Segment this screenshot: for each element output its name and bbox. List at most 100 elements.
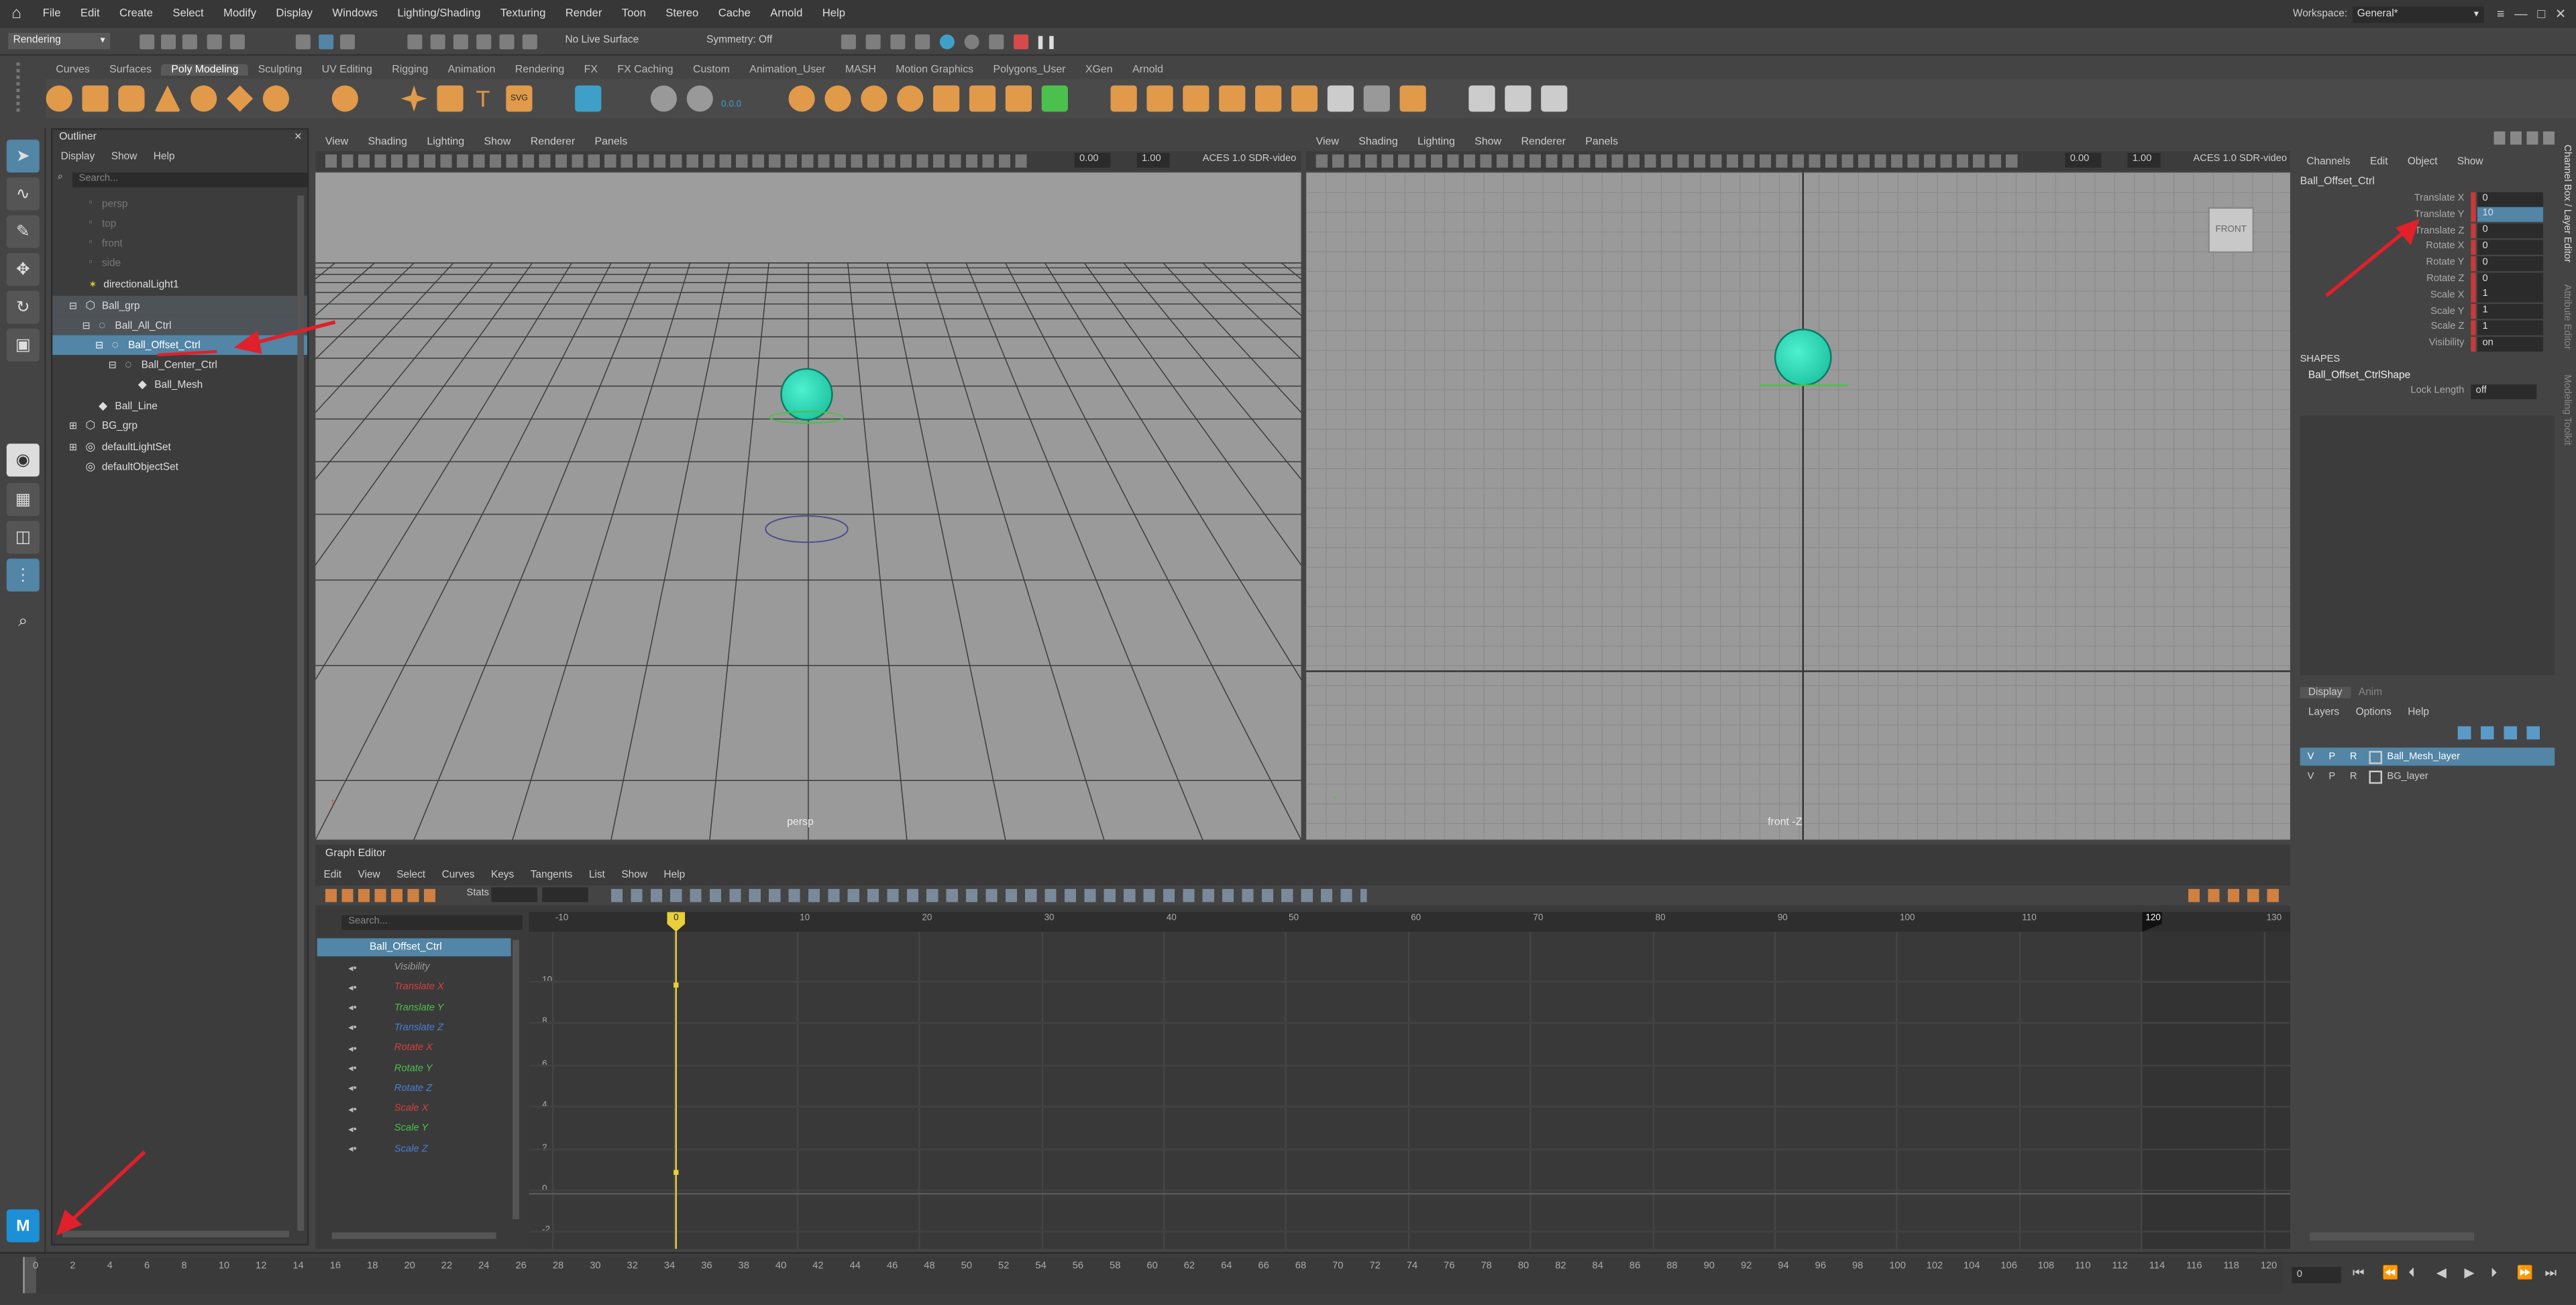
cb-attr-row[interactable]: Translate Z 0 <box>2300 223 2546 239</box>
ge-menu-edit[interactable]: Edit <box>315 870 350 881</box>
vp-menu-panels[interactable]: Panels <box>585 136 637 147</box>
cb-tab-object[interactable]: Object <box>2398 156 2447 168</box>
layer-visibility-toggle[interactable]: V <box>2300 772 2322 782</box>
ball-mesh[interactable] <box>1774 328 1832 386</box>
menuset-dropdown[interactable]: Rendering ▼ <box>8 32 111 50</box>
ge-graph-area[interactable]: -100102030405060708090100110120130108642… <box>529 912 2290 1249</box>
step-back-frame-icon[interactable]: ⏴ <box>2408 1265 2415 1282</box>
ge-channel-row[interactable]: ◂• Translate Z <box>315 1019 513 1038</box>
viewport-tool-icons[interactable] <box>1316 154 2023 168</box>
menu-help[interactable]: Help <box>812 8 855 19</box>
maya-home-icon[interactable]: ⌂ <box>3 1 30 27</box>
snap-curve-icon[interactable] <box>430 34 445 50</box>
view-cube-front[interactable]: FRONT <box>2208 207 2255 254</box>
vp-menu-view[interactable]: View <box>315 136 358 147</box>
retopo-icon[interactable] <box>1327 85 1354 112</box>
hypershade-icon[interactable] <box>939 34 955 50</box>
gamma-field[interactable]: 1.00 <box>2127 152 2161 168</box>
cb-lock-length-row[interactable]: Lock Length off <box>2300 383 2546 399</box>
bool-intersect-icon[interactable] <box>1183 85 1210 112</box>
super-shape-icon[interactable] <box>331 85 358 112</box>
layer-menu-layers[interactable]: Layers <box>2300 707 2348 718</box>
layer-tab-anim[interactable]: Anim <box>2351 687 2391 698</box>
uv-unfold-icon[interactable] <box>1363 85 1390 112</box>
layer-playback-toggle[interactable]: P <box>2321 751 2343 762</box>
cb-side-tab[interactable]: Attribute Editor <box>2555 284 2571 350</box>
outliner-row-persp[interactable]: ▫ persp <box>52 194 307 213</box>
bool-union-icon[interactable] <box>1110 85 1137 112</box>
shelf-tab-motion-graphics[interactable]: Motion Graphics <box>886 64 983 76</box>
menu-stereo[interactable]: Stereo <box>656 8 708 19</box>
snap-grid-icon[interactable] <box>407 34 423 50</box>
ge-tangent-icons[interactable] <box>611 888 1367 902</box>
render-view-icon[interactable] <box>964 34 979 50</box>
ge-menu-curves[interactable]: Curves <box>433 870 482 881</box>
save-scene-icon[interactable] <box>182 34 197 50</box>
svg-tool-icon[interactable]: SVG <box>506 85 533 112</box>
poly-cone-icon[interactable] <box>154 85 181 112</box>
cb-attr-value[interactable]: 0 <box>2477 256 2544 271</box>
ipr-render-icon[interactable] <box>890 34 906 50</box>
layer-row-bg[interactable]: V P R BG_layer <box>2300 768 2555 786</box>
step-back-key-icon[interactable]: ⏪ <box>2382 1265 2398 1280</box>
shelf-tab-mash[interactable]: MASH <box>835 64 885 76</box>
outliner-layout-icon[interactable]: ⋮ <box>6 558 40 592</box>
poly-cube-icon[interactable] <box>82 85 109 112</box>
vp-menu-lighting[interactable]: Lighting <box>1407 136 1464 147</box>
menu-create[interactable]: Create <box>109 8 162 19</box>
shelf-tab-uv-editing[interactable]: UV Editing <box>312 64 382 76</box>
lasso-tool-icon[interactable]: ∿ <box>6 177 40 211</box>
menu-select[interactable]: Select <box>163 8 214 19</box>
four-layout-icon[interactable]: ▦ <box>6 483 40 516</box>
undo-icon[interactable] <box>207 34 222 50</box>
pause-icon[interactable]: ❚❚ <box>1035 34 1057 49</box>
render-sequence-icon[interactable] <box>865 34 881 50</box>
shelf-tab-rigging[interactable]: Rigging <box>382 64 438 76</box>
expand-icon[interactable]: ⊞ <box>69 420 85 431</box>
shelf-tab-xgen[interactable]: XGen <box>1075 64 1122 76</box>
type-tool-icon[interactable]: T <box>470 85 496 111</box>
outliner-row-side[interactable]: ▫ side <box>52 253 307 272</box>
menu-cache[interactable]: Cache <box>708 8 761 19</box>
layer-playback-toggle[interactable]: P <box>2321 772 2343 782</box>
select-component-icon[interactable] <box>339 34 355 50</box>
symmetry-dropdown[interactable]: Symmetry: Off <box>706 34 772 46</box>
mesh-display-icon[interactable] <box>575 85 602 112</box>
maximize-icon[interactable]: □ <box>2537 7 2545 21</box>
relax-brush-icon[interactable] <box>1541 85 1568 112</box>
ge-channel-row[interactable]: ◂• Scale Z <box>315 1140 513 1159</box>
cb-side-tab[interactable]: Modeling Toolkit <box>2555 374 2571 445</box>
layer-visibility-toggle[interactable]: V <box>2300 751 2322 762</box>
menu-display[interactable]: Display <box>266 8 323 19</box>
ge-list-scrollbar[interactable] <box>513 939 519 1220</box>
rotate-tool-icon[interactable]: ↻ <box>6 291 40 324</box>
poly-disc-icon[interactable] <box>262 85 290 112</box>
select-object-icon[interactable] <box>319 34 334 50</box>
vp-menu-shading[interactable]: Shading <box>1349 136 1408 147</box>
vp-menu-panels[interactable]: Panels <box>1576 136 1628 147</box>
shelf-tab-rendering[interactable]: Rendering <box>505 64 574 76</box>
play-forward-icon[interactable]: ▶ <box>2464 1265 2474 1280</box>
remesh-icon[interactable] <box>1291 85 1318 112</box>
go-to-start-icon[interactable]: ⏮ <box>2353 1265 2365 1282</box>
outliner-search-field[interactable]: Search... <box>72 172 309 188</box>
cb-attr-row[interactable]: Rotate Y 0 <box>2300 255 2546 271</box>
outliner-row-ball-line[interactable]: ◆ Ball_Line <box>52 396 307 415</box>
cb-attr-row[interactable]: Rotate Z 0 <box>2300 271 2546 287</box>
reduce-icon[interactable] <box>1255 85 1282 112</box>
outliner-row-bg-grp[interactable]: ⊞ ⬡ BG_grp <box>52 416 307 435</box>
redo-icon[interactable] <box>229 34 245 50</box>
menu-toon[interactable]: Toon <box>612 8 656 19</box>
close-icon[interactable]: ✕ <box>2555 7 2566 21</box>
gamma-field[interactable]: 1.00 <box>1136 152 1170 168</box>
ge-menu-show[interactable]: Show <box>613 870 655 881</box>
cb-attr-row[interactable]: Scale X 1 <box>2300 287 2546 303</box>
uv-layout-icon[interactable] <box>1399 85 1426 112</box>
ge-key-point[interactable] <box>674 1169 679 1176</box>
layer-horizontal-scrollbar[interactable] <box>2310 1232 2475 1241</box>
layer-render-toggle[interactable]: R <box>2343 772 2364 782</box>
render-settings-icon[interactable] <box>915 34 930 50</box>
bridge-icon[interactable] <box>861 85 888 112</box>
outliner-row-ball-mesh[interactable]: ◆ Ball_Mesh <box>52 374 307 394</box>
ge-search-field[interactable]: Search... <box>341 915 523 931</box>
